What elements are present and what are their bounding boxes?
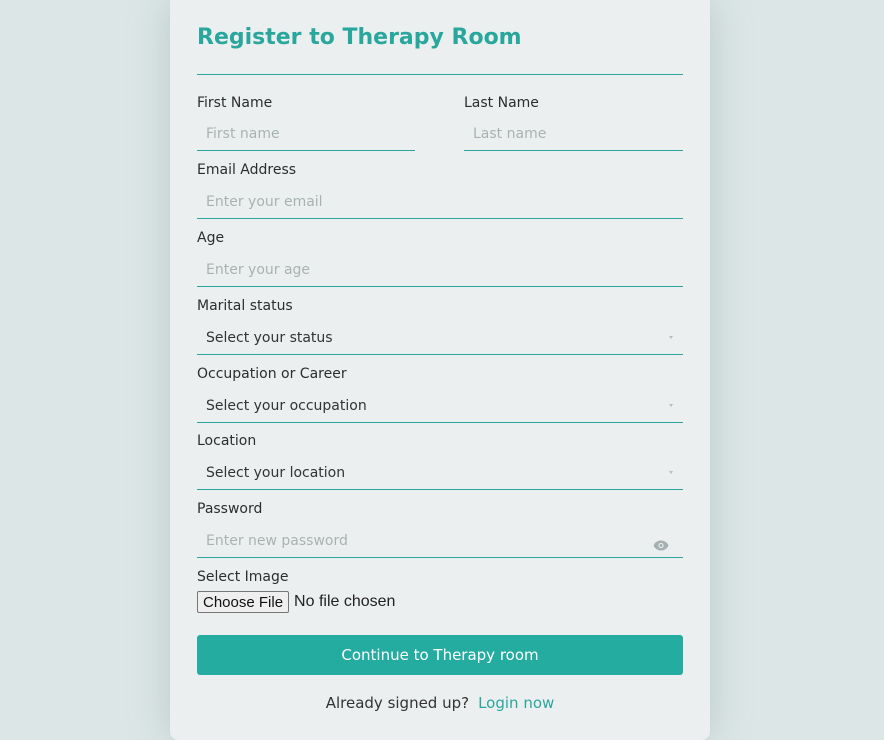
file-input: Choose File No file chosen	[197, 591, 395, 613]
first-name-label: First Name	[197, 95, 273, 111]
first-name-field	[197, 118, 415, 151]
file-status-text: No file chosen	[294, 593, 396, 610]
age-input[interactable]	[197, 254, 683, 286]
location-select[interactable]: Select your location	[197, 457, 683, 490]
marital-status-select[interactable]: Select your status	[197, 322, 683, 355]
occupation-label: Occupation or Career	[197, 366, 347, 382]
email-label: Email Address	[197, 162, 297, 178]
login-now-link[interactable]: Login now	[478, 694, 554, 712]
occupation-selected: Select your occupation	[206, 398, 367, 414]
chevron-down-icon	[669, 336, 673, 339]
form-title: Register to Therapy Room	[197, 25, 522, 50]
occupation-select[interactable]: Select your occupation	[197, 390, 683, 423]
location-label: Location	[197, 433, 257, 449]
password-label: Password	[197, 501, 263, 517]
first-name-input[interactable]	[197, 118, 415, 150]
email-field	[197, 186, 683, 219]
login-prompt: Already signed up? Login now	[197, 694, 683, 712]
age-label: Age	[197, 230, 225, 246]
marital-status-selected: Select your status	[206, 330, 333, 346]
age-field	[197, 254, 683, 287]
already-signed-up-text: Already signed up?	[325, 694, 470, 712]
last-name-label: Last Name	[464, 95, 539, 111]
register-card: Register to Therapy Room First Name Last…	[170, 0, 710, 740]
eye-icon[interactable]	[653, 536, 669, 555]
email-input[interactable]	[197, 186, 683, 218]
title-divider	[197, 74, 683, 75]
last-name-field	[464, 118, 683, 151]
chevron-down-icon	[669, 471, 673, 474]
location-selected: Select your location	[206, 465, 346, 481]
chevron-down-icon	[669, 404, 673, 407]
continue-button[interactable]: Continue to Therapy room	[197, 635, 683, 675]
password-field	[197, 525, 683, 558]
marital-status-label: Marital status	[197, 298, 293, 314]
select-image-label: Select Image	[197, 569, 289, 585]
last-name-input[interactable]	[464, 118, 683, 150]
password-input[interactable]	[197, 525, 683, 557]
choose-file-button[interactable]: Choose File	[197, 591, 290, 613]
